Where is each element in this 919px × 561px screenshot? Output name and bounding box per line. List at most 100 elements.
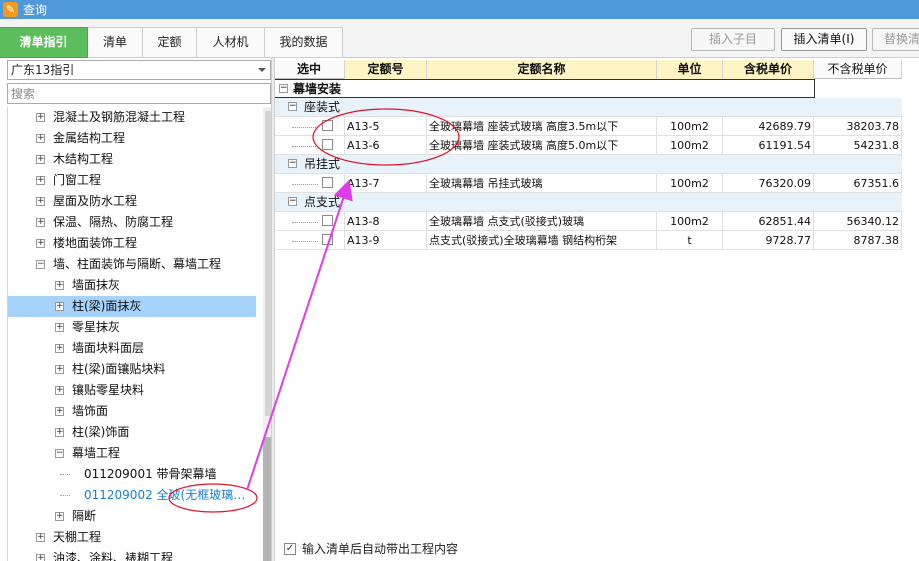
expand-icon[interactable]: + [36, 533, 45, 542]
tab-list[interactable]: 清单 [88, 27, 143, 58]
search-input[interactable] [7, 83, 271, 104]
tab-list-guide[interactable]: 清单指引 [0, 27, 88, 58]
tax-price: 42689.79 [723, 117, 814, 136]
tree-item[interactable]: 011209001 带骨架幕墙 [8, 464, 256, 485]
select-cell [274, 136, 345, 155]
guide-library-value: 广东13指引 [11, 63, 75, 77]
expand-icon[interactable]: + [55, 344, 64, 353]
collapse-icon[interactable]: − [288, 159, 297, 168]
expand-icon[interactable]: + [55, 365, 64, 374]
tree-item-label: 011209001 带骨架幕墙 [84, 467, 217, 481]
tree-item[interactable]: + 零星抹灰 [8, 317, 256, 338]
row-checkbox[interactable] [322, 234, 333, 245]
expand-icon[interactable]: + [36, 113, 45, 122]
group-row-top[interactable]: − 幕墙安装 [274, 79, 815, 98]
replace-button[interactable]: 替换清 [872, 28, 919, 51]
tree-item[interactable]: + 屋面及防水工程 [8, 191, 256, 212]
collapse-icon[interactable]: − [55, 449, 64, 458]
header-code[interactable]: 定额号 [345, 60, 427, 79]
guide-tree: + 油漆、涂料、裱糊工程 + 天棚工程 + 隔断 011209002 全玻(无框玻璃… 011… [7, 107, 271, 561]
header-unit[interactable]: 单位 [657, 60, 723, 79]
tree-item[interactable]: − 幕墙工程 [8, 443, 256, 464]
tree-item[interactable]: + 柱(梁)饰面 [8, 422, 256, 443]
tree-item[interactable]: + 隔断 [8, 506, 256, 527]
header-notax-price[interactable]: 不含税单价 [814, 60, 902, 79]
section-row[interactable]: − 点支式 [274, 193, 902, 212]
header-name[interactable]: 定额名称 [427, 60, 657, 79]
expand-icon[interactable]: + [55, 281, 64, 290]
tree-item[interactable]: + 墙面抹灰 [8, 275, 256, 296]
insert-list-button[interactable]: 插入清单(I) [781, 28, 867, 51]
tree-item[interactable]: + 混凝土及钢筋混凝土工程 [8, 107, 256, 128]
tree-item[interactable]: + 门窗工程 [8, 170, 256, 191]
tab-quota[interactable]: 定额 [143, 27, 197, 58]
quota-row[interactable]: A13-9 点支式(驳接式)全玻璃幕墙 钢结构桁架 t 9728.77 8787.38 [274, 231, 902, 250]
tree-item[interactable]: + 保温、隔热、防腐工程 [8, 212, 256, 233]
tree-item[interactable]: + 油漆、涂料、裱糊工程 [8, 548, 256, 561]
expand-icon[interactable]: + [55, 323, 64, 332]
tab-labor-material[interactable]: 人材机 [197, 27, 265, 58]
tree-item[interactable]: + 木结构工程 [8, 149, 256, 170]
collapse-icon[interactable]: − [36, 260, 45, 269]
quota-code: A13-6 [345, 136, 427, 155]
expand-icon[interactable]: + [36, 155, 45, 164]
tree-scrollbar[interactable] [263, 107, 271, 561]
guide-library-select[interactable]: 广东13指引 [7, 60, 271, 80]
tree-item-label: 隔断 [72, 509, 97, 523]
quota-name: 全玻璃幕墙 座装式玻璃 高度3.5m以下 [427, 117, 657, 136]
tree-item[interactable]: + 墙面块料面层 [8, 338, 256, 359]
expand-icon[interactable]: + [36, 197, 45, 206]
tree-item[interactable]: − 墙、柱面装饰与隔断、幕墙工程 [8, 254, 256, 275]
tree-item-label: 混凝土及钢筋混凝土工程 [53, 110, 186, 124]
grid-header: 选中 定额号 定额名称 单位 含税单价 不含税单价 [274, 60, 902, 79]
expand-icon[interactable]: + [55, 512, 64, 521]
quota-unit: 100m2 [657, 117, 723, 136]
tree-item[interactable]: + 柱(梁)面抹灰 [8, 296, 256, 317]
expand-icon[interactable]: + [55, 302, 64, 311]
notax-price: 54231.8 [814, 136, 902, 155]
tree-scrollbar-thumb[interactable] [265, 111, 271, 416]
collapse-icon[interactable]: − [288, 197, 297, 206]
tree-item-label: 墙面抹灰 [72, 278, 121, 292]
quota-row[interactable]: A13-5 全玻璃幕墙 座装式玻璃 高度3.5m以下 100m2 42689.79 38… [274, 117, 902, 136]
tree-item[interactable]: + 楼地面装饰工程 [8, 233, 256, 254]
row-checkbox[interactable] [322, 139, 333, 150]
row-checkbox[interactable] [322, 215, 333, 226]
insert-child-button[interactable]: 插入子目 [691, 28, 775, 51]
tree-item[interactable]: + 墙饰面 [8, 401, 256, 422]
section-row[interactable]: − 座装式 [274, 98, 902, 117]
expand-icon[interactable]: + [36, 134, 45, 143]
tree-item[interactable]: + 柱(梁)面镶贴块料 [8, 359, 256, 380]
expand-icon[interactable]: + [36, 239, 45, 248]
tree-scrollbar-track[interactable] [263, 437, 271, 561]
tab-my-data[interactable]: 我的数据 [265, 27, 343, 58]
expand-icon[interactable]: + [36, 554, 45, 561]
notax-price: 8787.38 [814, 231, 902, 250]
section-row[interactable]: − 吊挂式 [274, 155, 902, 174]
quota-row[interactable]: A13-8 全玻璃幕墙 点支式(驳接式)玻璃 100m2 62851.44 56340.… [274, 212, 902, 231]
tree-item[interactable]: + 天棚工程 [8, 527, 256, 548]
collapse-icon[interactable]: − [279, 84, 288, 93]
tree-item[interactable]: 011209002 全玻(无框玻璃… [8, 485, 256, 506]
collapse-icon[interactable]: − [288, 102, 297, 111]
quota-row[interactable]: A13-7 全玻璃幕墙 吊挂式玻璃 100m2 76320.09 67351.6 [274, 174, 902, 193]
select-cell [274, 212, 345, 231]
tree-item[interactable]: + 镶贴零星块料 [8, 380, 256, 401]
row-checkbox[interactable] [322, 120, 333, 131]
auto-bring-checkbox[interactable]: ✓ [284, 543, 296, 555]
row-checkbox[interactable] [322, 177, 333, 188]
tree-item-label: 柱(梁)饰面 [72, 425, 130, 439]
tree-item-label: 保温、隔热、防腐工程 [53, 215, 174, 229]
quota-row[interactable]: A13-6 全玻璃幕墙 座装式玻璃 高度5.0m以下 100m2 61191.54 54… [274, 136, 902, 155]
expand-icon[interactable]: + [55, 428, 64, 437]
expand-icon[interactable]: + [55, 407, 64, 416]
expand-icon[interactable]: + [36, 176, 45, 185]
section-label: 吊挂式 [304, 157, 341, 171]
group-label: 幕墙安装 [293, 82, 342, 96]
expand-icon[interactable]: + [36, 218, 45, 227]
header-select[interactable]: 选中 [274, 60, 345, 79]
expand-icon[interactable]: + [55, 386, 64, 395]
tree-item[interactable]: + 金属结构工程 [8, 128, 256, 149]
header-tax-price[interactable]: 含税单价 [723, 60, 814, 79]
tree-item-label: 墙饰面 [72, 404, 109, 418]
